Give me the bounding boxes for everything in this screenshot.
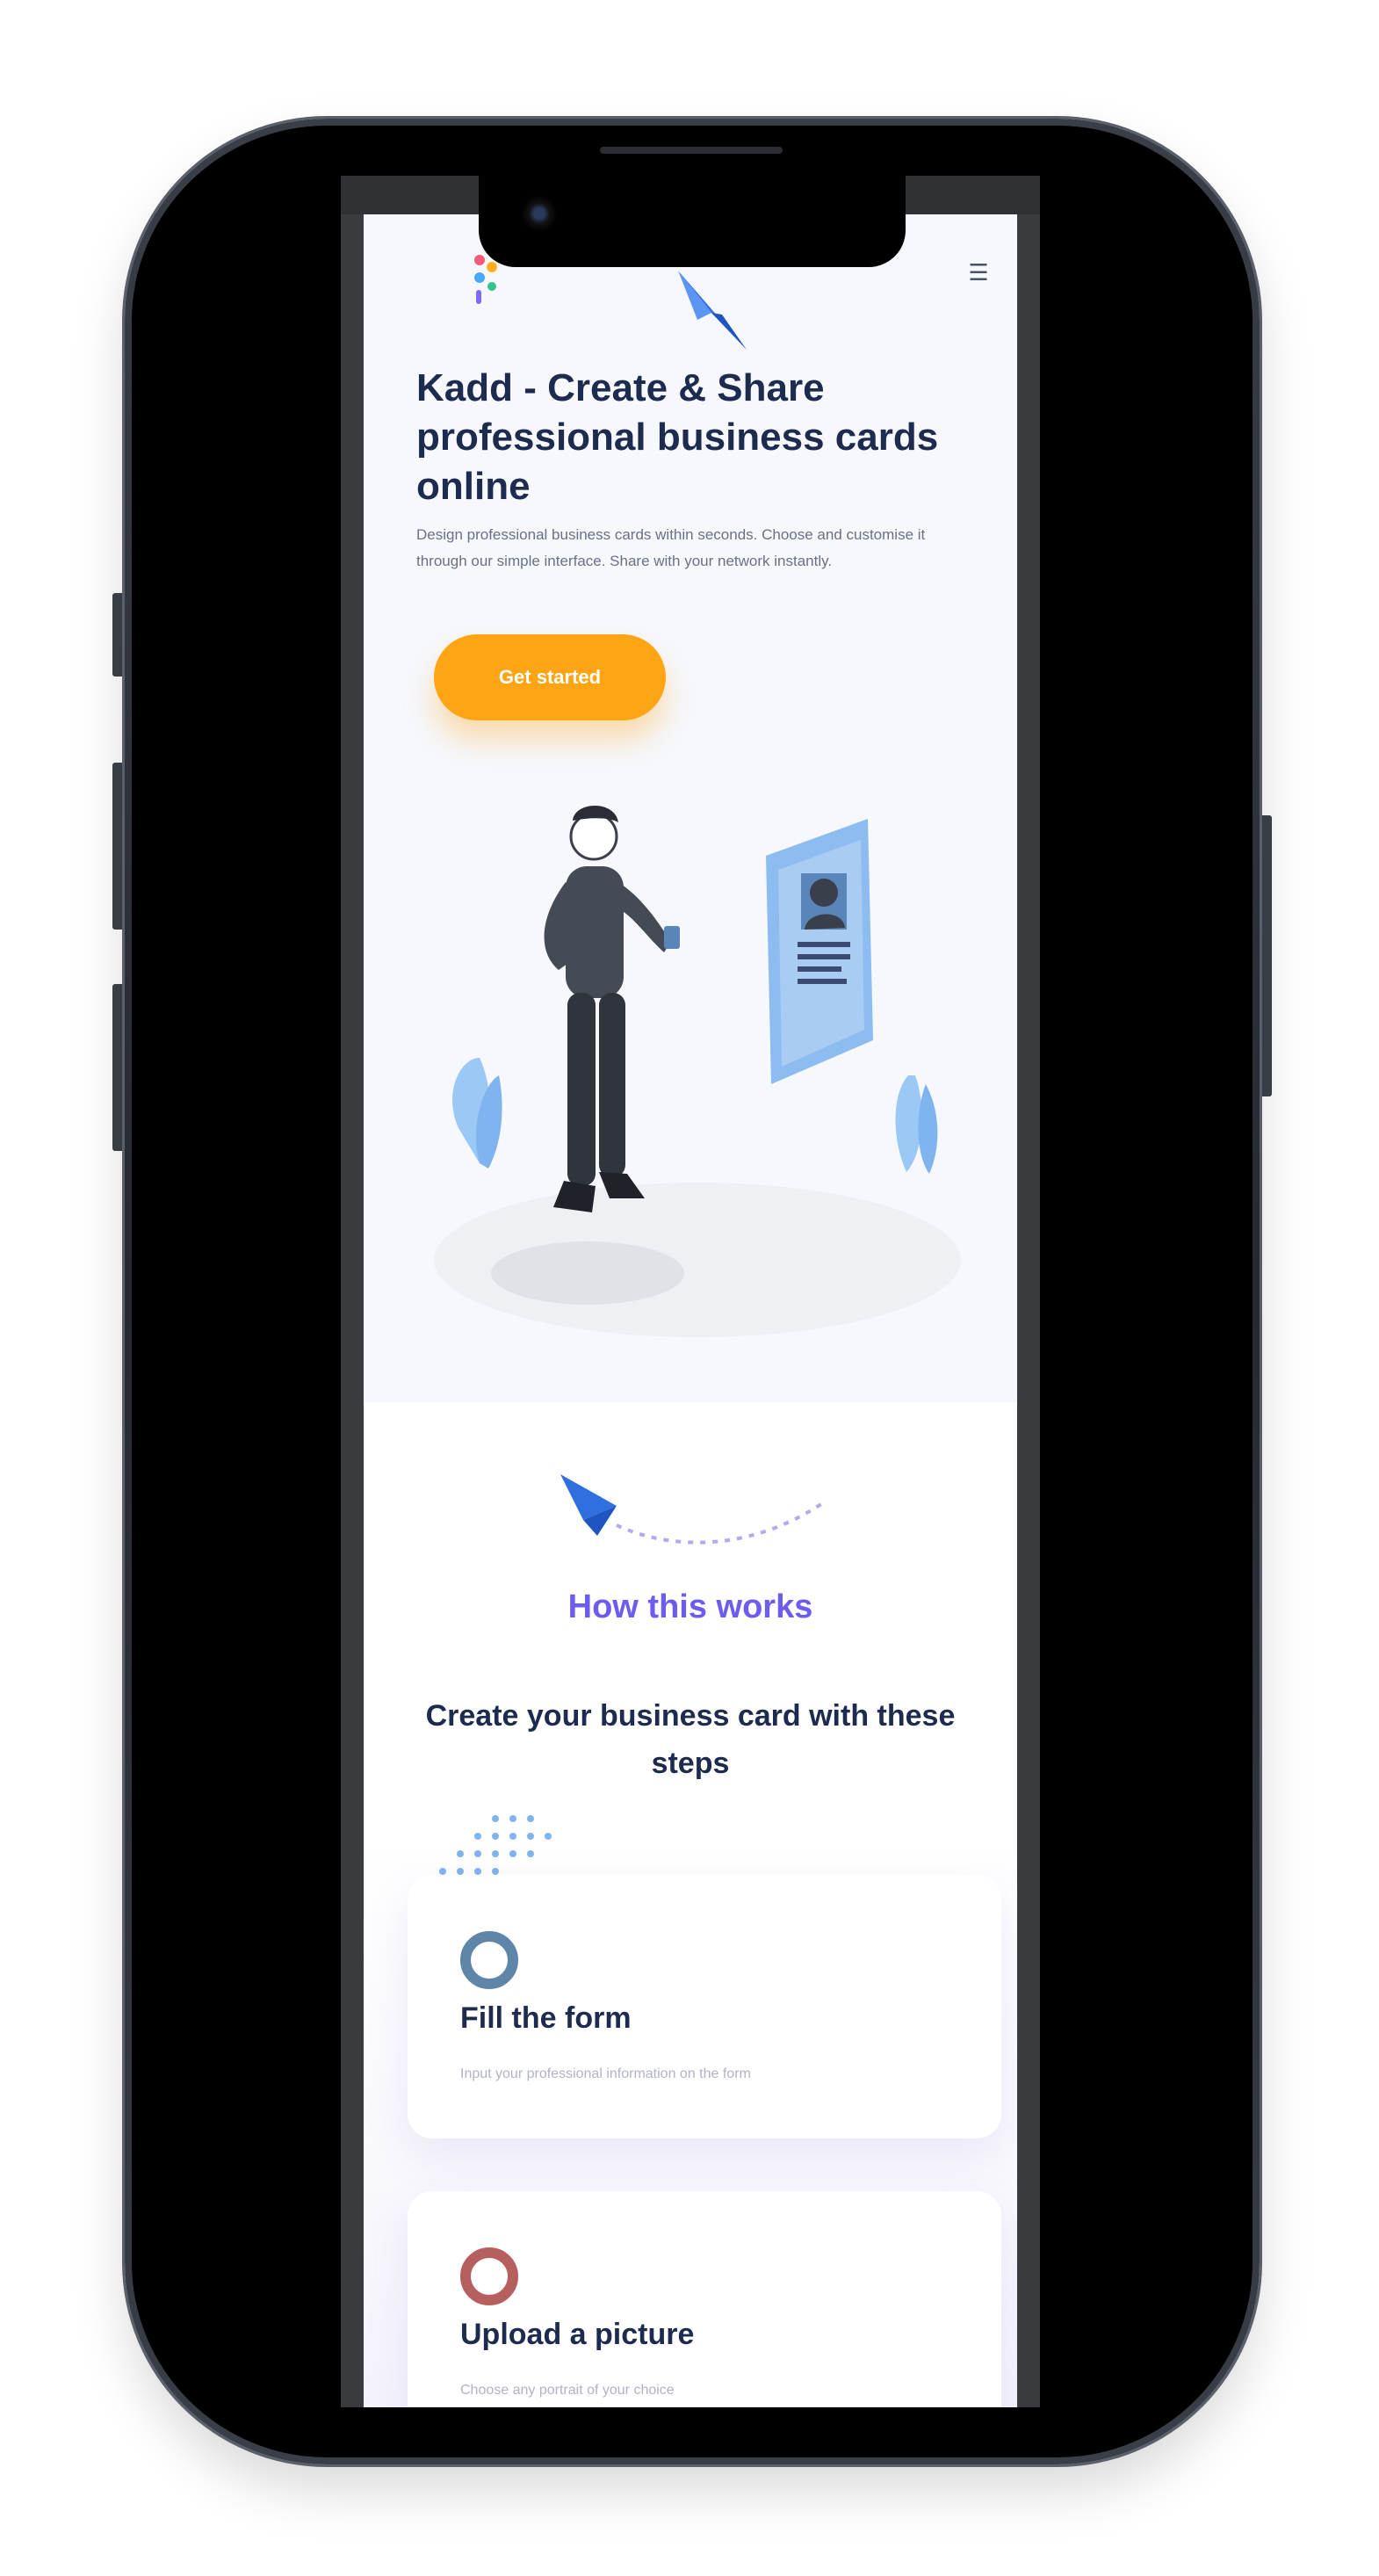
hero-title: Kadd - Create & Share professional busin… xyxy=(416,366,939,508)
step-card-upload-picture: Upload a picture Choose any portrait of … xyxy=(408,2191,1001,2407)
step-title: Fill the form xyxy=(460,2001,632,2035)
front-camera-icon xyxy=(521,195,558,232)
screen-edge-right xyxy=(1017,214,1040,2407)
step-title: Upload a picture xyxy=(460,2318,695,2351)
paper-plane-icon xyxy=(560,1474,826,1545)
web-page: ☰ Kadd - Create & Share professional bus… xyxy=(364,214,1017,2407)
business-card-illustration xyxy=(434,806,961,1337)
plant-right-icon xyxy=(895,1075,938,1174)
business-card-standee xyxy=(766,819,873,1084)
step-description: Choose any portrait of your choice xyxy=(460,2383,675,2398)
hero-description: Design professional business cards withi… xyxy=(416,526,926,569)
step-card-fill-form: Fill the form Input your professional in… xyxy=(408,1875,1001,2138)
step-description: Input your professional information on t… xyxy=(460,2066,751,2081)
phone-power-button xyxy=(1258,815,1272,1096)
step-ring-icon xyxy=(460,2247,518,2305)
paper-plane-icon xyxy=(678,271,747,350)
phone-speaker xyxy=(600,147,783,154)
screen-edge-left xyxy=(341,214,364,2407)
how-it-works-label: How this works xyxy=(567,1588,813,1625)
phone-screen: ☰ Kadd - Create & Share professional bus… xyxy=(341,176,1040,2407)
get-started-button[interactable]: Get started xyxy=(434,634,666,720)
menu-icon[interactable]: ☰ xyxy=(968,261,989,284)
step-ring-icon xyxy=(460,1931,518,1989)
man-with-phone-figure xyxy=(544,806,680,1212)
how-it-works-title: Create your business card with these ste… xyxy=(425,1699,956,1780)
hero-section: ☰ Kadd - Create & Share professional bus… xyxy=(364,214,1017,1402)
plant-left-icon xyxy=(452,1058,502,1169)
